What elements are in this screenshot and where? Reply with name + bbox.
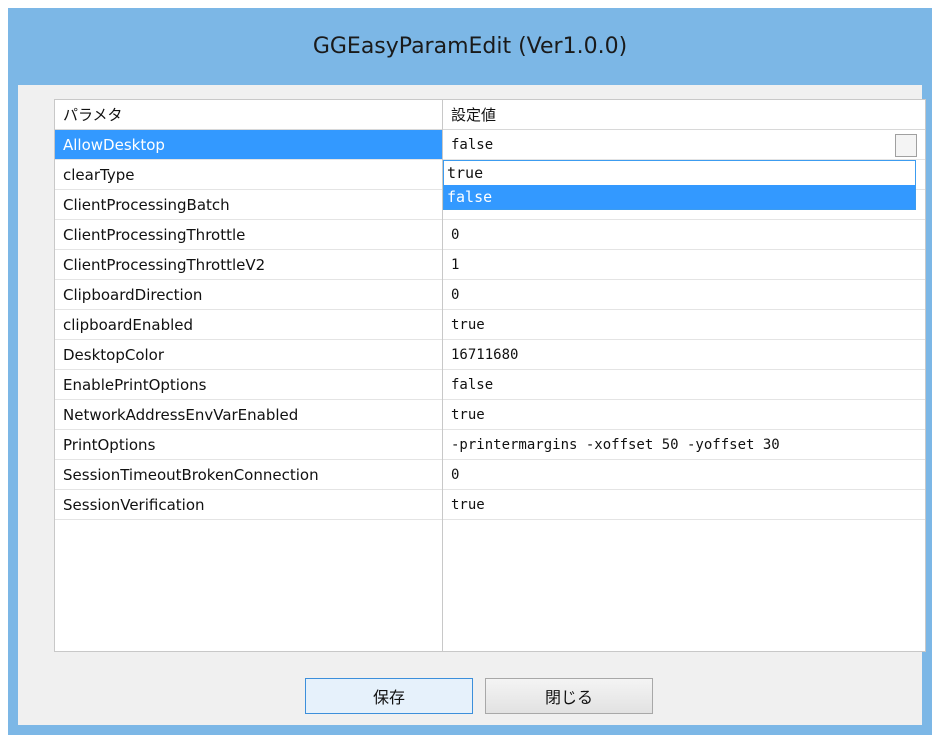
column-header-value[interactable]: 設定値 bbox=[443, 100, 925, 130]
param-name-cell[interactable]: clipboardEnabled bbox=[55, 310, 442, 340]
table-row[interactable]: ClipboardDirection 0 bbox=[55, 280, 925, 310]
param-value-cell[interactable]: 0 bbox=[443, 220, 925, 250]
param-name-cell[interactable]: AllowDesktop bbox=[55, 130, 442, 160]
column-header-param[interactable]: パラメタ bbox=[55, 100, 442, 130]
param-value-cell[interactable]: true bbox=[443, 490, 925, 520]
param-name-cell[interactable]: ClipboardDirection bbox=[55, 280, 442, 310]
param-name-cell[interactable]: SessionVerification bbox=[55, 490, 442, 520]
table-row[interactable]: SessionTimeoutBrokenConnection 0 bbox=[55, 460, 925, 490]
table-row[interactable]: EnablePrintOptions false bbox=[55, 370, 925, 400]
close-button[interactable]: 閉じる bbox=[485, 678, 653, 714]
param-name-cell[interactable]: SessionTimeoutBrokenConnection bbox=[55, 460, 442, 490]
param-name-cell[interactable]: ClientProcessingThrottleV2 bbox=[55, 250, 442, 280]
param-name-cell[interactable]: clearType bbox=[55, 160, 442, 190]
param-value-cell[interactable]: 0 bbox=[443, 280, 925, 310]
param-value-cell[interactable]: 0 bbox=[443, 460, 925, 490]
param-name-cell[interactable]: ClientProcessingThrottle bbox=[55, 220, 442, 250]
param-name-cell[interactable]: DesktopColor bbox=[55, 340, 442, 370]
param-name-cell[interactable]: NetworkAddressEnvVarEnabled bbox=[55, 400, 442, 430]
param-value-cell[interactable]: 16711680 bbox=[443, 340, 925, 370]
dropdown-option-true[interactable]: true bbox=[444, 161, 915, 185]
value-combo[interactable]: false bbox=[443, 130, 925, 160]
param-value-cell[interactable]: true bbox=[443, 400, 925, 430]
save-button[interactable]: 保存 bbox=[305, 678, 473, 714]
table-row[interactable]: ClientProcessingThrottleV2 1 bbox=[55, 250, 925, 280]
param-name-cell[interactable]: PrintOptions bbox=[55, 430, 442, 460]
table-row[interactable]: clipboardEnabled true bbox=[55, 310, 925, 340]
table-row[interactable]: DesktopColor 16711680 bbox=[55, 340, 925, 370]
client-area: パラメタ 設定値 AllowDesktop false clearType Cl… bbox=[18, 85, 926, 725]
value-dropdown-list[interactable]: true false bbox=[443, 160, 916, 210]
table-row[interactable]: NetworkAddressEnvVarEnabled true bbox=[55, 400, 925, 430]
param-value-cell[interactable]: -printermargins -xoffset 50 -yoffset 30 bbox=[443, 430, 925, 460]
dropdown-option-false[interactable]: false bbox=[444, 185, 915, 209]
param-value-cell[interactable]: 1 bbox=[443, 250, 925, 280]
table-row[interactable]: AllowDesktop false bbox=[55, 130, 925, 160]
window-title: GGEasyParamEdit (Ver1.0.0) bbox=[312, 34, 628, 59]
app-window: GGEasyParamEdit (Ver1.0.0) パラメタ 設定値 Allo… bbox=[8, 8, 932, 735]
param-value-cell[interactable]: false bbox=[443, 370, 925, 400]
param-name-cell[interactable]: EnablePrintOptions bbox=[55, 370, 442, 400]
combo-dropdown-button[interactable] bbox=[895, 134, 917, 157]
param-name-cell[interactable]: ClientProcessingBatch bbox=[55, 190, 442, 220]
table-row[interactable]: SessionVerification true bbox=[55, 490, 925, 520]
param-grid[interactable]: パラメタ 設定値 AllowDesktop false clearType Cl… bbox=[54, 99, 926, 652]
param-value-cell[interactable]: true bbox=[443, 310, 925, 340]
table-row[interactable]: PrintOptions -printermargins -xoffset 50… bbox=[55, 430, 925, 460]
table-row[interactable]: ClientProcessingThrottle 0 bbox=[55, 220, 925, 250]
